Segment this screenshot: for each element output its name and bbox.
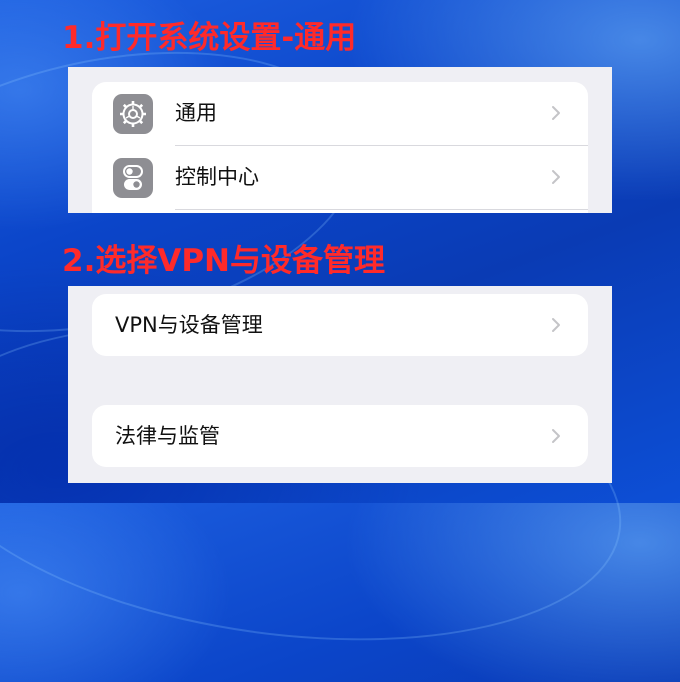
row-label-legal-regulatory: 法律与监管 [115, 424, 220, 448]
toggles-icon [113, 158, 153, 198]
settings-row-general[interactable]: 通用 [92, 82, 588, 145]
settings-row-legal-regulatory[interactable]: 法律与监管 [92, 405, 588, 467]
settings-panel-general-detail: VPN与设备管理 法律与监管 [68, 286, 612, 483]
settings-group-card: 法律与监管 [92, 405, 588, 467]
settings-row-vpn-device-management[interactable]: VPN与设备管理 [92, 294, 588, 356]
chevron-right-icon [552, 106, 560, 120]
chevron-right-icon [552, 170, 560, 184]
step-1-title: 1.打开系统设置-通用 [62, 20, 357, 56]
settings-row-control-center[interactable]: 控制中心 [92, 146, 588, 209]
row-label-vpn-device-management: VPN与设备管理 [115, 313, 263, 337]
gear-icon [113, 94, 153, 134]
row-divider [175, 209, 588, 210]
chevron-right-icon [552, 429, 560, 443]
row-label-control-center: 控制中心 [175, 165, 259, 189]
tutorial-screenshot: { "steps": [ { "title": "1.打开系统设置-通用", "… [0, 0, 680, 682]
step-2-title: 2.选择VPN与设备管理 [62, 243, 386, 279]
row-label-general: 通用 [175, 101, 217, 125]
chevron-right-icon [552, 318, 560, 332]
settings-group-card: VPN与设备管理 [92, 294, 588, 356]
settings-group-card: 通用 控制中心 [92, 82, 588, 213]
settings-panel-general: 通用 控制中心 [68, 67, 612, 213]
